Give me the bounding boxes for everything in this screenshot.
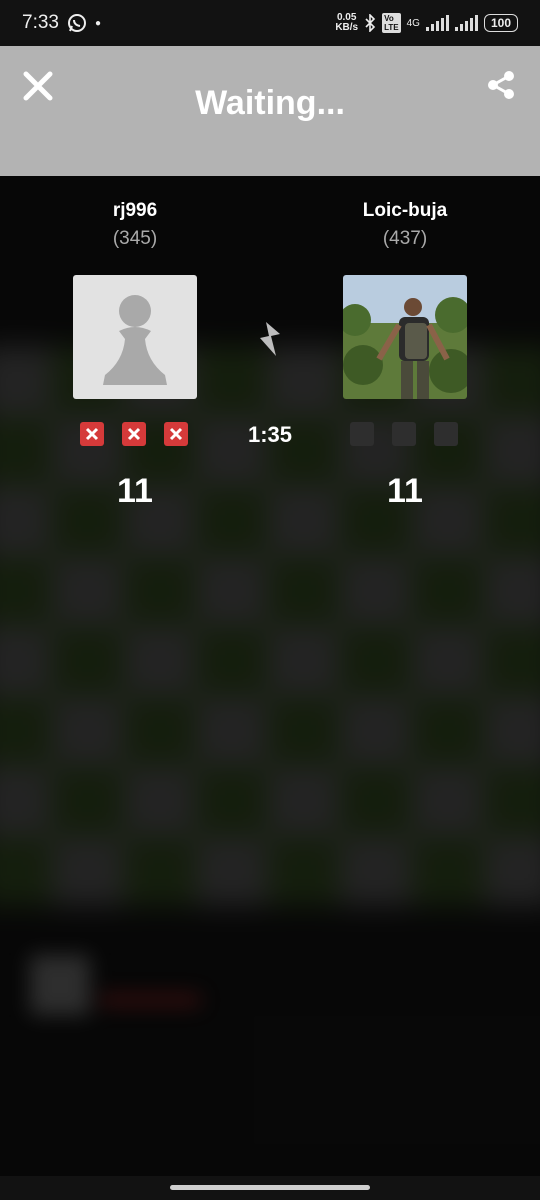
signal-icon: [425, 15, 449, 31]
player-left-avatar[interactable]: [73, 275, 197, 399]
share-icon: [488, 71, 514, 99]
bluetooth-icon: [365, 14, 376, 32]
match-timer: 1:35: [247, 422, 293, 447]
pawn-icon: [103, 295, 167, 385]
player-right-name: Loic-buja: [362, 200, 448, 221]
lightning-bolt-icon: [260, 322, 280, 356]
battery-icon: 100: [483, 14, 518, 32]
share-button[interactable]: [486, 70, 518, 102]
signal-icon-2: [454, 15, 478, 31]
status-right: 0.05 KB/s Vo LTE 4G 100: [335, 13, 518, 33]
loss-mark: [122, 422, 146, 446]
x-icon: [85, 427, 99, 441]
notification-dot-icon: ●: [94, 17, 102, 29]
x-icon: [169, 427, 183, 441]
x-icon: [127, 427, 141, 441]
player-left-results: [80, 422, 188, 446]
player-right-score: 11: [387, 472, 423, 510]
player-right-rating: (437): [382, 228, 428, 249]
blurred-avatar: [30, 955, 90, 1015]
blurred-bar: [100, 995, 200, 1005]
player-right: Loic-buja (437): [305, 200, 505, 250]
status-time: 7:33: [22, 12, 59, 33]
player-left-score: 11: [117, 472, 153, 510]
status-bar: 7:33 ● 0.05 KB/s Vo LTE 4G 100: [0, 0, 540, 46]
empty-mark: [392, 422, 416, 446]
player-right-avatar[interactable]: [343, 275, 467, 399]
page-title: Waiting...: [195, 84, 345, 122]
net-speed-unit: KB/s: [335, 22, 359, 33]
loss-mark: [80, 422, 104, 446]
hiker-photo-icon: [343, 275, 467, 399]
nav-bar: [0, 1176, 540, 1200]
home-gesture-handle[interactable]: [170, 1185, 370, 1190]
empty-mark: [434, 422, 458, 446]
empty-mark: [350, 422, 374, 446]
player-left: rj996 (345): [35, 200, 235, 250]
network-type: 4G: [406, 17, 420, 29]
status-left: 7:33 ●: [22, 12, 101, 34]
blurred-footer: [30, 955, 510, 1035]
player-left-name: rj996: [112, 200, 158, 221]
loss-mark: [164, 422, 188, 446]
header: Waiting...: [0, 46, 540, 176]
volte-icon: Vo LTE: [382, 13, 401, 33]
whatsapp-icon: [67, 14, 86, 32]
net-speed: 0.05 KB/s: [335, 13, 358, 33]
player-left-rating: (345): [112, 228, 158, 249]
player-right-results: [350, 422, 458, 446]
